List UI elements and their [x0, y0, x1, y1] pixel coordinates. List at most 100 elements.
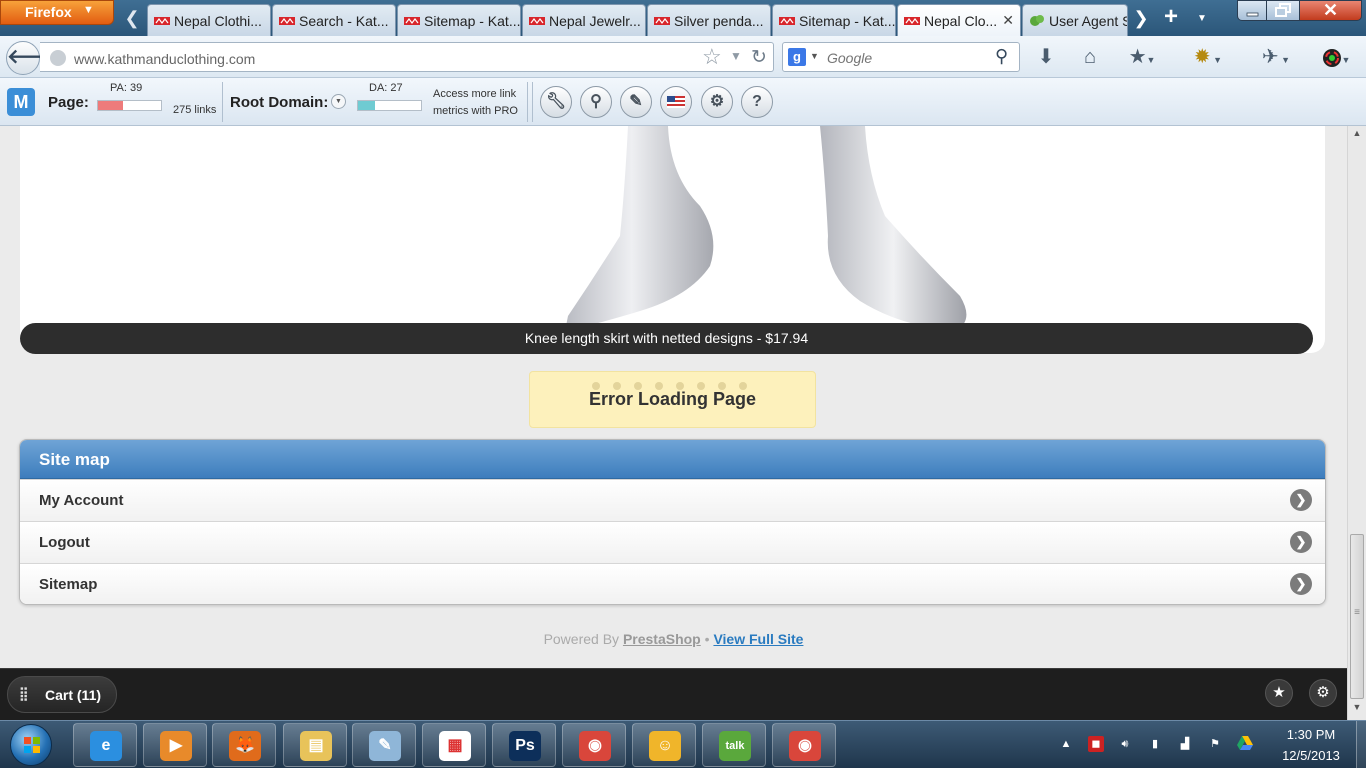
taskbar-photoshop-button[interactable]: Ps [492, 723, 556, 767]
settings-gear-button[interactable]: ⚙ [1309, 679, 1337, 707]
tab[interactable]: Nepal Jewelr... [522, 4, 646, 36]
network-signal-icon[interactable]: ▟ [1177, 736, 1193, 752]
windows-logo-icon [24, 737, 40, 753]
product-caption[interactable]: Knee length skirt with netted designs - … [20, 323, 1313, 354]
tab-label: Nepal Clo... [924, 13, 998, 29]
moz-logo[interactable]: M [7, 88, 35, 116]
clock-date[interactable]: 12/5/2013 [1273, 748, 1349, 763]
taskbar-media-player-button[interactable]: ▶ [143, 723, 207, 767]
tab[interactable]: Silver penda... [647, 4, 771, 36]
search-engine-icon[interactable]: g [788, 48, 806, 66]
tab-label: Nepal Clothi... [174, 13, 262, 29]
back-button[interactable]: 🡐 [6, 41, 61, 75]
chevron-down-icon[interactable]: ▼ [810, 51, 819, 61]
explorer-icon: ▤ [300, 731, 332, 761]
url-text[interactable]: www.kathmanduclothing.com [74, 51, 255, 67]
vertical-scrollbar[interactable]: ▲ ≡ ▼ [1347, 126, 1366, 720]
antivirus-icon[interactable]: ◼ [1088, 736, 1104, 752]
divider [532, 82, 533, 122]
help-icon[interactable]: ? [741, 86, 773, 118]
tab[interactable]: User Agent S [1022, 4, 1128, 36]
bookmark-star-icon[interactable]: ☆ [702, 44, 722, 70]
tab[interactable]: Search - Kat... [272, 4, 396, 36]
taskbar-messenger-button[interactable]: ☺ [632, 723, 696, 767]
magnifier-icon[interactable]: ⚲ [580, 86, 612, 118]
tab[interactable]: Nepal Clothi... [147, 4, 271, 36]
taskbar-chrome-button[interactable]: ◉ [562, 723, 626, 767]
prestashop-link[interactable]: PrestaShop [623, 631, 701, 647]
pencil-icon[interactable]: ✎ [620, 86, 652, 118]
root-domain-dropdown-icon[interactable]: ▼ [331, 94, 346, 109]
google-drive-icon[interactable] [1237, 736, 1253, 752]
sitemap-panel: Site map My Account ❯ Logout ❯ Sitemap ❯ [19, 439, 1326, 605]
taskbar-google-talk-button[interactable]: talk [702, 723, 766, 767]
tab-scroll-left-icon[interactable]: ❮ [121, 6, 143, 32]
powered-by-text: Powered By [543, 631, 620, 647]
downloads-icon[interactable]: ⬇ [1032, 44, 1060, 70]
bookmarks-menu-icon[interactable]: ★▼ [1122, 44, 1162, 70]
footer-bullet: • [704, 631, 710, 647]
scroll-up-icon[interactable]: ▲ [1348, 128, 1366, 144]
gear-icon: ⚙ [1316, 684, 1330, 701]
color-picker-icon[interactable]: ▼ [1316, 44, 1356, 70]
volume-icon[interactable]: 🔊︎ [1117, 736, 1133, 752]
grip-icon: ≡ [1354, 607, 1360, 618]
reload-icon[interactable]: ↻ [751, 46, 767, 69]
cart-button[interactable]: ⣿ Cart (11) [7, 676, 117, 713]
show-desktop-button[interactable] [1356, 721, 1366, 769]
url-bar[interactable]: www.kathmanduclothing.com ☆ ▼ ↻ [40, 42, 774, 72]
divider [527, 82, 528, 122]
close-tab-icon[interactable]: ✕ [1002, 12, 1014, 29]
tab-active[interactable]: Nepal Clo... ✕ [897, 4, 1021, 36]
page-authority-label: Page: [48, 94, 89, 111]
search-icon[interactable]: ⚲ [995, 46, 1008, 67]
favorites-star-button[interactable]: ★ [1265, 679, 1293, 707]
start-button[interactable] [10, 724, 52, 766]
pro-line-1: Access more link [433, 88, 517, 100]
battery-icon[interactable]: ▮ [1147, 736, 1163, 752]
taskbar-notepad-button[interactable]: ✎ [352, 723, 416, 767]
url-history-dropdown-icon[interactable]: ▼ [730, 49, 742, 63]
tab[interactable]: Sitemap - Kat... [397, 4, 521, 36]
home-icon[interactable]: ⌂ [1076, 44, 1104, 70]
new-tab-plus-icon[interactable]: + [1158, 4, 1184, 32]
sitemap-item-my-account[interactable]: My Account ❯ [20, 479, 1325, 521]
flag-icon[interactable] [660, 86, 692, 118]
minimize-button[interactable] [1237, 0, 1267, 21]
taskbar-chrome-2-button[interactable]: ◉ [772, 723, 836, 767]
show-hidden-icons-icon[interactable]: ▲ [1058, 736, 1074, 752]
sitemap-item-logout[interactable]: Logout ❯ [20, 521, 1325, 563]
addon-gear-icon[interactable]: ✹ ▼ [1180, 44, 1236, 70]
sitemap-item-sitemap[interactable]: Sitemap ❯ [20, 563, 1325, 604]
taskbar-app-grid-button[interactable]: ▦ [422, 723, 486, 767]
divider [222, 82, 223, 122]
clock-time[interactable]: 1:30 PM [1281, 727, 1341, 742]
product-image[interactable] [20, 126, 1325, 353]
sitemap-item-label: Sitemap [39, 576, 98, 593]
scrollbar-thumb[interactable]: ≡ [1350, 534, 1364, 699]
chevron-down-icon: ▼ [83, 4, 94, 16]
pa-meter [97, 100, 162, 111]
taskbar-explorer-button[interactable]: ▤ [283, 723, 347, 767]
root-domain-label: Root Domain: [230, 94, 329, 111]
taskbar-firefox-button[interactable]: 🦊 [212, 723, 276, 767]
tab-scroll-right-icon[interactable]: ❯ [1130, 6, 1152, 32]
links-count[interactable]: 275 links [173, 104, 216, 116]
tab[interactable]: Sitemap - Kat... [772, 4, 896, 36]
settings-icon[interactable]: ⚙ [701, 86, 733, 118]
firefox-menu-button[interactable]: Firefox ▼ [0, 0, 114, 25]
view-full-site-link[interactable]: View Full Site [713, 631, 803, 647]
action-center-flag-icon[interactable]: ⚑ [1207, 736, 1223, 752]
addon-bug-icon[interactable]: ✈ ▼ [1248, 44, 1304, 70]
scroll-down-icon[interactable]: ▼ [1348, 702, 1366, 718]
wrench-icon[interactable]: 🔧︎ [540, 86, 572, 118]
close-window-button[interactable]: ✕ [1299, 0, 1362, 21]
search-input[interactable] [827, 50, 987, 66]
sitemap-item-label: Logout [39, 534, 90, 551]
restore-button[interactable] [1266, 0, 1300, 21]
pro-upsell-link[interactable]: Access more link metrics with PRO [433, 86, 518, 120]
site-favicon-icon [154, 14, 170, 26]
taskbar-internet-explorer-button[interactable]: e [73, 723, 137, 767]
search-bar[interactable]: g ▼ ⚲ [782, 42, 1020, 72]
list-all-tabs-icon[interactable]: ▼ [1192, 8, 1212, 30]
